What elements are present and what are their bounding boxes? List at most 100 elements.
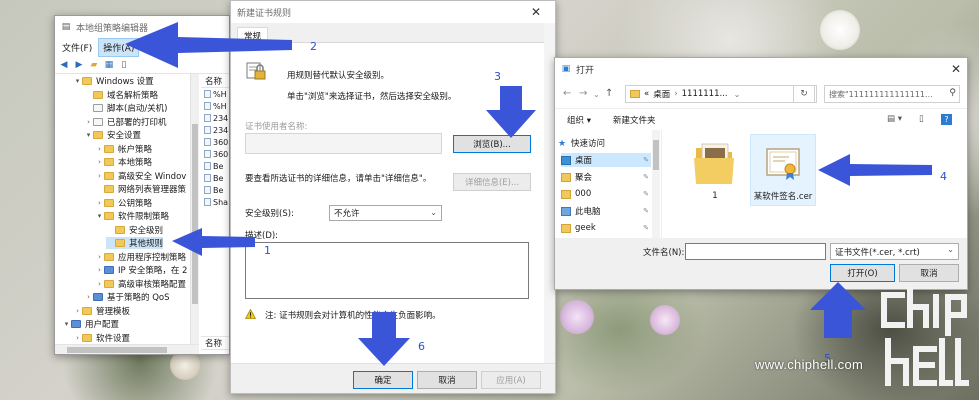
tree-item[interactable]: › 应用程序控制策略 <box>95 251 186 263</box>
path-folder[interactable]: 1111111... <box>682 89 728 99</box>
tree-item[interactable]: › 帐户策略 <box>95 143 152 155</box>
tree-item[interactable]: 脚本(启动/关机) <box>84 102 168 114</box>
tree-item[interactable]: ▾ 用户配置 <box>62 318 119 330</box>
console-tree-icon[interactable]: ▦ <box>103 59 115 71</box>
tree-item[interactable]: ▾ 安全设置 <box>84 129 141 141</box>
tree-item[interactable]: › 基于策略的 QoS <box>84 291 170 303</box>
view-options-icon[interactable]: ▤ ▾ <box>887 114 902 124</box>
menu-action[interactable]: 操作(A) <box>98 37 140 57</box>
back-arrow-icon[interactable]: ◀ <box>58 59 70 71</box>
chevron-right-icon[interactable]: › <box>95 253 104 261</box>
chevron-right-icon[interactable]: › <box>95 280 104 288</box>
tree-item[interactable]: › IP 安全策略，在 2 <box>95 264 187 276</box>
chevron-right-icon[interactable]: › <box>73 334 82 342</box>
forward-arrow-icon[interactable]: ▶ <box>73 59 85 71</box>
chevron-right-icon[interactable]: › <box>73 307 82 315</box>
close-icon[interactable]: ✕ <box>949 62 963 76</box>
tree-horizontal-scrollbar[interactable] <box>55 344 199 354</box>
cancel-button[interactable]: 取消 <box>899 264 959 282</box>
pin-icon[interactable]: ✎ <box>643 156 649 164</box>
name-column-header[interactable]: 名称 <box>201 74 229 88</box>
chevron-down-icon[interactable]: ▾ <box>84 131 93 139</box>
rule-list-item[interactable]: 360 <box>201 136 229 148</box>
tree-item[interactable]: 网络列表管理器策 <box>95 183 186 195</box>
pin-icon[interactable]: ✎ <box>643 190 649 198</box>
cancel-button[interactable]: 取消 <box>417 371 477 389</box>
nav-item[interactable]: 000 ✎ <box>561 187 651 201</box>
tree-vertical-scrollbar[interactable] <box>191 74 199 344</box>
nav-item[interactable]: 此电脑 ✎ <box>561 204 651 218</box>
open-button[interactable]: 打开(O) <box>830 264 895 282</box>
pin-icon[interactable]: ✎ <box>643 173 649 181</box>
tree-item[interactable]: › 本地策略 <box>95 156 152 168</box>
description-textarea[interactable] <box>245 242 529 299</box>
address-bar[interactable]: « 桌面 › 1111111... ⌄ <box>625 85 817 103</box>
tab-general[interactable]: 常规 <box>237 27 269 44</box>
tree-item[interactable]: › 高级安全 Windov <box>95 170 186 182</box>
chevron-down-icon[interactable]: ▾ <box>62 320 71 328</box>
nav-item[interactable]: 桌面 ✎ <box>561 153 651 167</box>
chevron-down-icon[interactable]: ▾ <box>73 77 82 85</box>
tree-item[interactable]: › 管理模板 <box>73 305 130 317</box>
back-arrow-icon[interactable]: ← <box>563 88 571 99</box>
tree-item[interactable]: 安全级别 <box>106 224 163 236</box>
nav-item[interactable]: 聚会 ✎ <box>561 170 651 184</box>
security-level-select[interactable]: 不允许 ⌄ <box>329 205 442 221</box>
new-folder-button[interactable]: 新建文件夹 <box>613 114 656 126</box>
chevron-down-icon: ⌄ <box>947 245 954 254</box>
folder-item[interactable]: 1 <box>682 134 748 206</box>
rule-list-item[interactable]: %H <box>201 100 229 112</box>
chevron-right-icon[interactable]: › <box>95 266 104 274</box>
pin-icon[interactable]: ✎ <box>643 224 649 232</box>
nav-pane-scrollbar[interactable] <box>652 130 660 238</box>
rule-list-item[interactable]: 234 <box>201 112 229 124</box>
chevron-down-icon[interactable]: ▾ <box>95 212 104 220</box>
nav-item[interactable]: geek ✎ <box>561 221 651 235</box>
path-desktop[interactable]: 桌面 <box>653 88 670 100</box>
tree-item[interactable]: › 高级审核策略配置 <box>95 278 186 290</box>
chevron-right-icon[interactable]: › <box>84 293 93 301</box>
chevron-right-icon[interactable]: › <box>95 158 104 166</box>
chevron-right-icon[interactable]: › <box>84 118 93 126</box>
rule-list-item[interactable]: Be <box>201 172 229 184</box>
browse-button[interactable]: 浏览(B)... <box>453 135 531 153</box>
preview-pane-icon[interactable]: ▯ <box>919 114 924 124</box>
up-arrow-icon[interactable]: ↑ <box>605 88 613 99</box>
details-button[interactable]: 详细信息(E)... <box>453 173 531 191</box>
forward-arrow-icon[interactable]: → <box>579 88 587 99</box>
certificate-file-item[interactable]: 某软件签名.cer <box>750 134 816 206</box>
ok-button[interactable]: 确定 <box>353 371 413 389</box>
rule-list-item[interactable]: Be <box>201 160 229 172</box>
organize-button[interactable]: 组织 ▾ <box>567 114 591 126</box>
pin-icon[interactable]: ✎ <box>643 207 649 215</box>
rule-list-item[interactable]: 234 <box>201 124 229 136</box>
search-input[interactable]: 搜索"111111111111111... ⚲ <box>824 85 960 103</box>
chevron-right-icon[interactable]: › <box>95 145 104 153</box>
rule-list-item[interactable]: Be <box>201 184 229 196</box>
rule-list-item[interactable]: 360 <box>201 148 229 160</box>
tree-item[interactable]: ▾ 软件限制策略 <box>95 210 169 222</box>
chevron-down-icon[interactable]: ⌄ <box>734 90 741 99</box>
chevron-right-icon[interactable]: › <box>95 172 104 180</box>
help-icon[interactable]: ? <box>941 114 952 125</box>
tree-item[interactable]: › 公钥策略 <box>95 197 152 209</box>
chevron-right-icon[interactable]: › <box>95 199 104 207</box>
tree-item[interactable]: 域名解析策略 <box>84 89 158 101</box>
tree-item[interactable]: ▾ Windows 设置 <box>73 75 154 87</box>
copy-icon[interactable]: ▯ <box>118 59 130 71</box>
rule-list-item[interactable]: %H <box>201 88 229 100</box>
menu-file[interactable]: 文件(F) <box>58 39 96 56</box>
chevron-down-icon[interactable]: ⌄ <box>593 90 600 99</box>
filename-input[interactable] <box>685 243 826 260</box>
tree-item[interactable]: › 已部署的打印机 <box>84 116 167 128</box>
apply-button[interactable]: 应用(A) <box>481 371 541 389</box>
close-icon[interactable]: ✕ <box>529 5 543 19</box>
tree-item[interactable]: › 软件设置 <box>73 332 130 344</box>
nav-item[interactable]: ★ 快速访问 <box>557 136 647 150</box>
tree-item[interactable]: 其他规则 <box>106 237 164 249</box>
folder-up-icon[interactable]: ▰ <box>88 59 100 71</box>
rule-list-item[interactable]: Sha <box>201 196 229 208</box>
file-type-select[interactable]: 证书文件(*.cer, *.crt) ⌄ <box>830 243 959 260</box>
path-overflow[interactable]: « <box>644 89 649 99</box>
refresh-icon[interactable]: ↻ <box>793 85 815 103</box>
